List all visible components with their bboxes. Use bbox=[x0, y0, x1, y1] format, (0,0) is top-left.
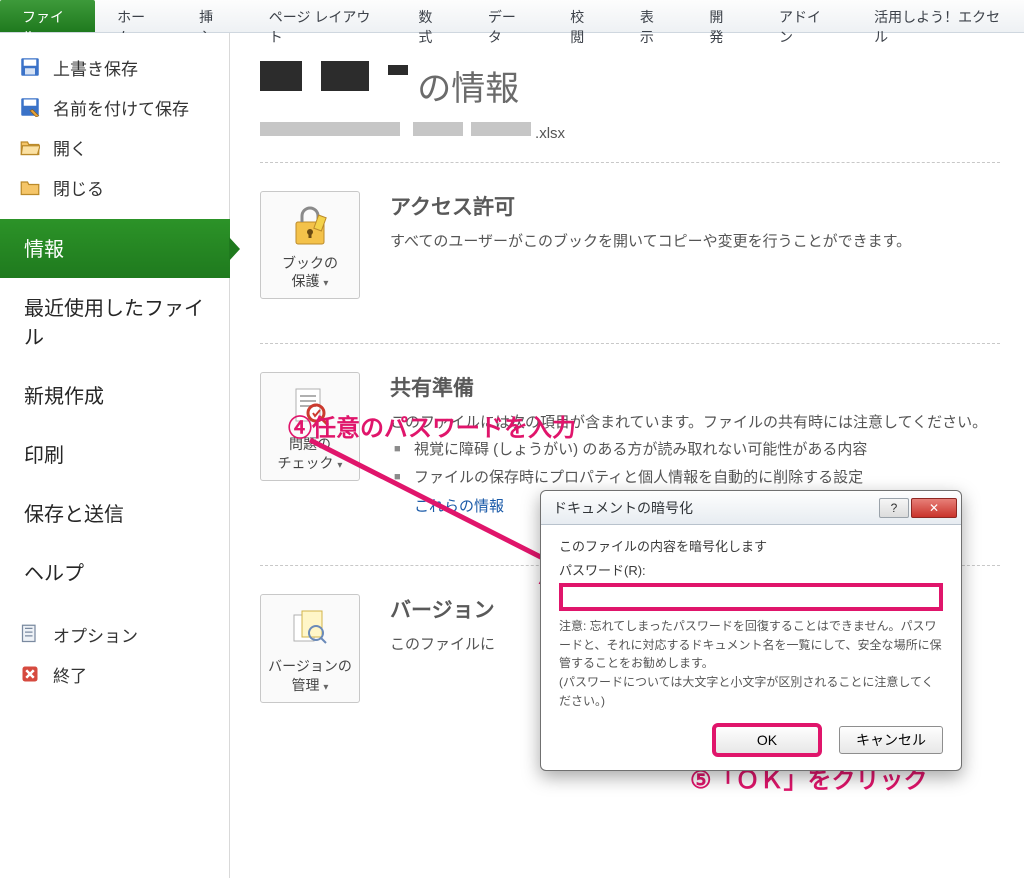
dropdown-icon: ▾ bbox=[323, 682, 328, 693]
cancel-button[interactable]: キャンセル bbox=[839, 726, 943, 754]
title-suffix: の情報 bbox=[417, 70, 519, 108]
sidebar-item-label: ヘルプ bbox=[24, 557, 84, 586]
options-icon bbox=[20, 624, 40, 644]
password-label: パスワード(R): bbox=[559, 561, 943, 581]
ok-button[interactable]: OK bbox=[715, 726, 819, 754]
page-title: の情報 bbox=[260, 61, 1000, 110]
permission-heading: アクセス許可 bbox=[390, 191, 911, 221]
sidebar-item-label: 最近使用したファイル bbox=[24, 292, 205, 350]
section-permission: ブックの保護 ▾ アクセス許可 すべてのユーザーがこのブックを開いてコピーや変更… bbox=[260, 191, 1000, 299]
sidebar-item-label: 上書き保存 bbox=[53, 55, 138, 80]
sidebar-item-label: オプション bbox=[53, 622, 138, 647]
manage-versions-button[interactable]: バージョンの管理 ▾ bbox=[260, 594, 360, 702]
inspect-icon bbox=[286, 383, 334, 431]
dialog-note: 注意: 忘れてしまったパスワードを回復することはできません。パスワードと、それに… bbox=[559, 617, 943, 710]
ribbon-tabs: ファイル ホーム 挿入 ページ レイアウト 数式 データ 校閲 表示 開発 アド… bbox=[0, 0, 1024, 33]
ribbon-tab-file[interactable]: ファイル bbox=[0, 0, 95, 32]
share-text: このファイルには次の項目が含まれています。ファイルの共有時には注意してください。 bbox=[390, 410, 987, 436]
ribbon-tab-review[interactable]: 校閲 bbox=[548, 0, 618, 32]
sidebar-item-label: 印刷 bbox=[24, 439, 64, 468]
dialog-title-text: ドキュメントの暗号化 bbox=[553, 498, 693, 518]
save-as-icon bbox=[20, 97, 40, 117]
lock-icon bbox=[286, 202, 334, 250]
sidebar-item-label: 終了 bbox=[53, 662, 87, 687]
file-path: .xlsx bbox=[260, 114, 1000, 162]
protect-workbook-button[interactable]: ブックの保護 ▾ bbox=[260, 191, 360, 299]
ribbon-tab-home[interactable]: ホーム bbox=[95, 0, 177, 32]
share-heading: 共有準備 bbox=[390, 372, 987, 402]
ribbon-tab-view[interactable]: 表示 bbox=[618, 0, 688, 32]
sidebar-item-label: 閉じる bbox=[53, 175, 104, 200]
ribbon-tab-insert[interactable]: 挿入 bbox=[177, 0, 247, 32]
sidebar-item-close[interactable]: 閉じる bbox=[0, 167, 229, 207]
close-button[interactable]: ✕ bbox=[911, 498, 957, 518]
sidebar-item-options[interactable]: オプション bbox=[0, 614, 229, 654]
dialog-titlebar[interactable]: ドキュメントの暗号化 ? ✕ bbox=[541, 491, 961, 525]
sidebar-item-saveandsend[interactable]: 保存と送信 bbox=[0, 484, 229, 543]
ribbon-tab-pagelayout[interactable]: ページ レイアウト bbox=[247, 0, 397, 32]
sidebar-item-recent[interactable]: 最近使用したファイル bbox=[0, 278, 229, 366]
ribbon-tab-formula[interactable]: 数式 bbox=[396, 0, 466, 32]
help-button[interactable]: ? bbox=[879, 498, 909, 518]
ribbon-tab-addin[interactable]: アドイン bbox=[757, 0, 852, 32]
file-ext: .xlsx bbox=[535, 125, 565, 142]
folder-open-icon bbox=[20, 137, 40, 157]
sidebar-item-open[interactable]: 開く bbox=[0, 127, 229, 167]
password-input[interactable] bbox=[559, 583, 943, 611]
sidebar-item-label: 保存と送信 bbox=[24, 498, 124, 527]
share-bullet-1: 視覚に障碍 (しょうがい) のある方が読み取れない可能性がある内容 bbox=[414, 436, 987, 465]
sidebar-item-label: 新規作成 bbox=[24, 380, 104, 409]
save-icon bbox=[20, 57, 40, 77]
sidebar-item-exit[interactable]: 終了 bbox=[0, 654, 229, 694]
sidebar-item-print[interactable]: 印刷 bbox=[0, 425, 229, 484]
dialog-subtitle: このファイルの内容を暗号化します bbox=[559, 537, 943, 557]
exit-icon bbox=[20, 664, 40, 684]
sidebar-item-help[interactable]: ヘルプ bbox=[0, 543, 229, 602]
sidebar-item-save[interactable]: 上書き保存 bbox=[0, 47, 229, 87]
permission-text: すべてのユーザーがこのブックを開いてコピーや変更を行うことができます。 bbox=[390, 229, 911, 255]
version-heading: バージョン bbox=[390, 594, 495, 624]
sidebar-item-label: 情報 bbox=[24, 233, 64, 262]
ribbon-tab-data[interactable]: データ bbox=[466, 0, 548, 32]
sidebar-item-label: 名前を付けて保存 bbox=[53, 95, 189, 120]
dropdown-icon: ▾ bbox=[337, 460, 342, 471]
encrypt-dialog: ドキュメントの暗号化 ? ✕ このファイルの内容を暗号化します パスワード(R)… bbox=[540, 490, 962, 771]
ribbon-tab-dev[interactable]: 開発 bbox=[687, 0, 757, 32]
sidebar-item-label: 開く bbox=[53, 135, 87, 160]
share-link[interactable]: これらの情報 bbox=[414, 498, 504, 515]
versions-icon bbox=[286, 605, 334, 653]
check-issues-button[interactable]: 問題のチェック ▾ bbox=[260, 372, 360, 480]
sidebar-item-info[interactable]: 情報 bbox=[0, 219, 230, 278]
ribbon-tab-custom[interactable]: 活用しよう！エクセル bbox=[852, 0, 1024, 32]
dropdown-icon: ▾ bbox=[323, 278, 328, 289]
sidebar-item-new[interactable]: 新規作成 bbox=[0, 366, 229, 425]
sidebar-item-saveas[interactable]: 名前を付けて保存 bbox=[0, 87, 229, 127]
backstage-sidebar: 上書き保存 名前を付けて保存 開く 閉じる 情報 最近使用したファイル 新規作成… bbox=[0, 33, 230, 878]
version-text: このファイルに bbox=[390, 632, 495, 658]
folder-close-icon bbox=[20, 177, 40, 197]
